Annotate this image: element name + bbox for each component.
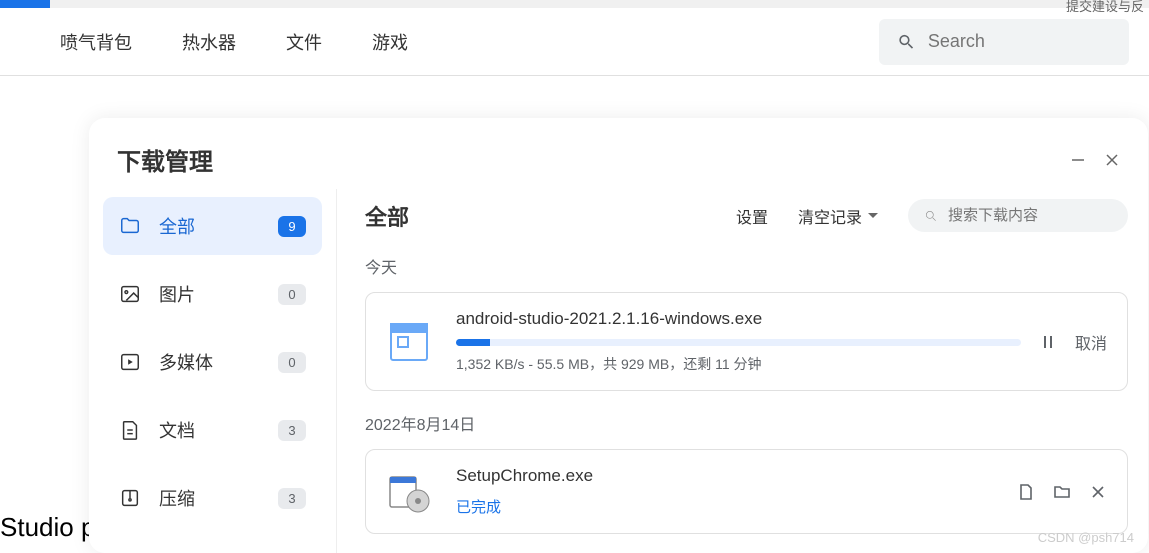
download-manager-modal: 下载管理 全部 9 图片 0 多媒体 bbox=[89, 118, 1148, 553]
panel-title: 全部 bbox=[365, 200, 736, 232]
progress-bar-track bbox=[456, 339, 1021, 346]
watermark: CSDN @psh714 bbox=[1038, 530, 1134, 545]
folder-icon bbox=[1053, 483, 1071, 501]
download-actions: 取消 bbox=[1039, 330, 1107, 354]
open-folder-button[interactable] bbox=[1053, 483, 1071, 501]
sidebar-item-all[interactable]: 全部 9 bbox=[103, 197, 322, 255]
modal-title: 下载管理 bbox=[117, 142, 213, 177]
sidebar-badge: 0 bbox=[278, 352, 306, 373]
main-search-input[interactable] bbox=[928, 31, 1111, 52]
sidebar-item-archives[interactable]: 压缩 3 bbox=[103, 469, 322, 527]
download-item-complete: SetupChrome.exe 已完成 bbox=[365, 449, 1128, 534]
exe-file-icon bbox=[386, 319, 432, 365]
main-panel: 全部 设置 清空记录 今天 a bbox=[337, 189, 1148, 553]
cancel-button[interactable]: 取消 bbox=[1075, 330, 1107, 354]
download-filename: SetupChrome.exe bbox=[456, 466, 999, 486]
sidebar-badge: 3 bbox=[278, 420, 306, 441]
download-status: 1,352 KB/s - 55.5 MB，共 929 MB，还剩 11 分钟 bbox=[456, 354, 1021, 374]
sidebar-item-docs[interactable]: 文档 3 bbox=[103, 401, 322, 459]
main-search-box[interactable] bbox=[879, 19, 1129, 65]
open-file-button[interactable] bbox=[1017, 483, 1035, 501]
sidebar: 全部 9 图片 0 多媒体 0 文档 3 压缩 3 bbox=[89, 189, 337, 553]
remove-button[interactable] bbox=[1089, 483, 1107, 501]
date-header: 2022年8月14日 bbox=[365, 411, 1148, 435]
download-filename: android-studio-2021.2.1.16-windows.exe bbox=[456, 309, 1021, 329]
panel-search-input[interactable] bbox=[948, 207, 1112, 224]
download-complete-label: 已完成 bbox=[456, 496, 999, 517]
top-progress-bar: 提交建设与反 bbox=[0, 0, 1149, 8]
search-icon bbox=[897, 31, 916, 53]
download-item-progress: android-studio-2021.2.1.16-windows.exe 1… bbox=[365, 292, 1128, 391]
image-icon bbox=[119, 283, 141, 305]
pause-icon bbox=[1039, 333, 1057, 351]
minimize-button[interactable] bbox=[1070, 152, 1086, 168]
nav-item-0[interactable]: 喷气背包 bbox=[60, 29, 132, 55]
clear-history-label: 清空记录 bbox=[798, 204, 862, 228]
panel-search-box[interactable] bbox=[908, 199, 1128, 232]
doc-icon bbox=[119, 419, 141, 441]
main-nav: 喷气背包 热水器 文件 游戏 bbox=[0, 8, 1149, 76]
close-icon bbox=[1089, 483, 1107, 501]
archive-icon bbox=[119, 487, 141, 509]
sidebar-item-label: 图片 bbox=[159, 281, 278, 307]
top-right-text[interactable]: 提交建设与反 bbox=[1066, 0, 1144, 15]
close-button[interactable] bbox=[1104, 152, 1120, 168]
date-header: 今天 bbox=[365, 254, 1148, 278]
sidebar-item-label: 压缩 bbox=[159, 485, 278, 511]
download-content: SetupChrome.exe 已完成 bbox=[456, 466, 999, 517]
download-actions bbox=[1017, 483, 1107, 501]
minimize-icon bbox=[1070, 152, 1086, 168]
close-icon bbox=[1104, 152, 1120, 168]
download-content: android-studio-2021.2.1.16-windows.exe 1… bbox=[456, 309, 1021, 374]
modal-header: 下载管理 bbox=[89, 118, 1148, 189]
sidebar-badge: 3 bbox=[278, 488, 306, 509]
nav-items: 喷气背包 热水器 文件 游戏 bbox=[60, 29, 408, 55]
sidebar-item-label: 文档 bbox=[159, 417, 278, 443]
video-icon bbox=[119, 351, 141, 373]
top-bar-accent bbox=[0, 0, 50, 8]
sidebar-item-label: 全部 bbox=[159, 213, 278, 239]
sidebar-item-label: 多媒体 bbox=[159, 349, 278, 375]
sidebar-item-programs[interactable]: 程序 2 bbox=[103, 537, 322, 553]
installer-icon bbox=[386, 469, 432, 515]
progress-bar-fill bbox=[456, 339, 490, 346]
folder-icon bbox=[119, 215, 141, 237]
file-icon bbox=[1017, 483, 1035, 501]
nav-item-1[interactable]: 热水器 bbox=[182, 29, 236, 55]
nav-item-3[interactable]: 游戏 bbox=[372, 29, 408, 55]
nav-item-2[interactable]: 文件 bbox=[286, 29, 322, 55]
modal-body: 全部 9 图片 0 多媒体 0 文档 3 压缩 3 bbox=[89, 189, 1148, 553]
settings-action[interactable]: 设置 bbox=[736, 204, 768, 228]
sidebar-item-images[interactable]: 图片 0 bbox=[103, 265, 322, 323]
pause-button[interactable] bbox=[1039, 333, 1057, 351]
sidebar-badge: 0 bbox=[278, 284, 306, 305]
background-heading: Studio p bbox=[0, 512, 95, 543]
panel-header: 全部 设置 清空记录 bbox=[365, 199, 1148, 232]
window-controls bbox=[1070, 152, 1120, 168]
chevron-down-icon bbox=[868, 213, 878, 218]
sidebar-item-media[interactable]: 多媒体 0 bbox=[103, 333, 322, 391]
search-icon bbox=[924, 208, 938, 224]
clear-history-action[interactable]: 清空记录 bbox=[798, 204, 878, 228]
sidebar-badge: 9 bbox=[278, 216, 306, 237]
